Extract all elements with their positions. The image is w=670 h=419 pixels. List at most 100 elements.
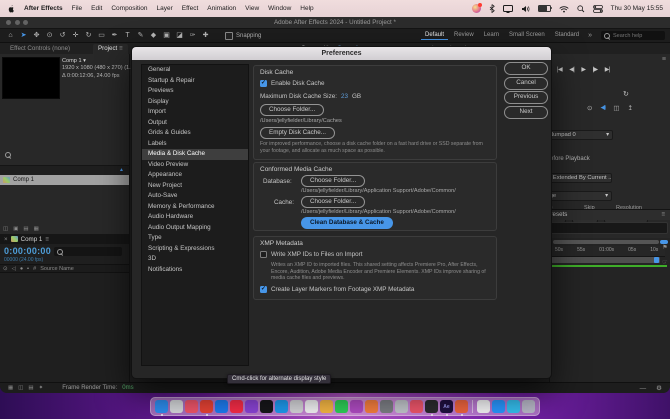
workspace-tab-standard[interactable]: Standard: [551, 31, 583, 40]
volume-icon[interactable]: [521, 5, 530, 13]
last-frame-button[interactable]: ▶|: [605, 66, 611, 73]
dock-icon-stocks[interactable]: [335, 400, 348, 413]
brush-tool-icon[interactable]: ◆: [148, 30, 159, 42]
pref-category-memory-performance[interactable]: Memory & Performance: [142, 202, 248, 213]
ok-button[interactable]: OK: [504, 62, 548, 75]
app-notification-icon[interactable]: [471, 3, 482, 13]
pref-category-display[interactable]: Display: [142, 97, 248, 108]
comp-info-name[interactable]: Comp 1 ▾: [62, 58, 139, 65]
panel-menu-icon[interactable]: ≡: [661, 210, 665, 220]
dock-icon-calendar[interactable]: [305, 400, 318, 413]
workspace-overflow-button[interactable]: »: [585, 32, 595, 39]
hand-tool-icon[interactable]: ✥: [31, 30, 42, 42]
dock-icon-launchpad[interactable]: [170, 400, 183, 413]
enable-disk-cache-checkbox[interactable]: [260, 79, 267, 87]
dock-icon-facetime[interactable]: [350, 400, 363, 413]
orbit-tool-icon[interactable]: ↺: [57, 30, 68, 42]
sort-icon[interactable]: ▲: [119, 166, 124, 175]
type-tool-icon[interactable]: T: [122, 30, 133, 42]
control-center-icon[interactable]: [592, 4, 603, 13]
dock-icon-date[interactable]: [477, 400, 490, 413]
delete-icon[interactable]: ▦: [34, 226, 39, 232]
lock-icon[interactable]: ▪: [27, 266, 29, 272]
home-tool-icon[interactable]: ⌂: [5, 30, 16, 42]
next-button[interactable]: Next: [504, 105, 548, 119]
work-area-handle[interactable]: [654, 257, 659, 263]
battery-icon[interactable]: [537, 4, 553, 13]
share-icon[interactable]: ↥: [628, 104, 633, 112]
pref-category-new-project[interactable]: New Project: [142, 181, 248, 192]
menu-item-effect[interactable]: Effect: [182, 5, 199, 12]
dock-icon-notes[interactable]: [290, 400, 303, 413]
timeline-scrollbar[interactable]: [553, 240, 659, 244]
dock-icon-pages[interactable]: [365, 400, 378, 413]
timeline-ruler[interactable]: 50s 55s 01:00s 05s 10s: [550, 246, 665, 257]
apple-menu-icon[interactable]: [7, 4, 15, 13]
dock-icon-chrome[interactable]: [200, 400, 213, 416]
zoom-tool-icon[interactable]: ⊙: [44, 30, 55, 42]
pref-category-auto-save[interactable]: Auto-Save: [142, 191, 248, 202]
status-icon-3[interactable]: ▤: [28, 385, 33, 391]
pencil-tool-icon[interactable]: ✎: [135, 30, 146, 42]
spotlight-search-icon[interactable]: [576, 4, 585, 13]
play-button[interactable]: ▶: [581, 66, 586, 73]
panel-menu-icon[interactable]: ≡: [119, 45, 123, 52]
max-disk-cache-value[interactable]: 23: [341, 93, 348, 100]
database-choose-folder-button[interactable]: Choose Folder...: [301, 175, 366, 187]
clone-stamp-tool-icon[interactable]: ▣: [161, 30, 172, 42]
workspace-tab-learn[interactable]: Learn: [480, 31, 503, 40]
dock-icon-settings[interactable]: [380, 400, 393, 413]
dock-icon-photos[interactable]: [185, 400, 198, 413]
display-icon[interactable]: [502, 4, 513, 13]
reset-icon[interactable]: ↻: [623, 90, 629, 98]
work-area-bar[interactable]: [550, 257, 660, 263]
dock-icon-photos-2[interactable]: [320, 400, 333, 413]
dock-icon-finder[interactable]: [155, 400, 168, 416]
pen-tool-icon[interactable]: ✒: [109, 30, 120, 42]
create-layer-markers-checkbox[interactable]: [260, 285, 267, 293]
pan-camera-tool-icon[interactable]: ✛: [70, 30, 81, 42]
current-timecode[interactable]: 0:00:00:00: [4, 246, 51, 256]
next-frame-button[interactable]: |▶: [593, 66, 599, 73]
shape-tool-icon[interactable]: ▭: [96, 30, 107, 42]
menu-item-animation[interactable]: Animation: [207, 5, 236, 12]
pref-category-media-disk-cache[interactable]: Media & Disk Cache: [142, 149, 248, 160]
dock-icon-mail[interactable]: [275, 400, 288, 413]
tab-project[interactable]: Project ≡: [93, 44, 128, 54]
status-icon-2[interactable]: ◫: [18, 385, 23, 391]
dock-icon-app-store[interactable]: [215, 400, 228, 413]
pref-category-previews[interactable]: Previews: [142, 86, 248, 97]
workspace-tab-small-screen[interactable]: Small Screen: [505, 31, 549, 40]
shortcut-dropdown[interactable]: Numpad 0 ▾: [545, 130, 613, 140]
video-visibility-icon[interactable]: ⊙: [3, 266, 8, 272]
menu-item-window[interactable]: Window: [268, 5, 291, 12]
marker-icon[interactable]: ⚑: [662, 244, 667, 251]
roto-brush-tool-icon[interactable]: ✑: [187, 30, 198, 42]
snapping-toggle[interactable]: Snapping: [225, 31, 261, 40]
dock-icon-music[interactable]: [230, 400, 243, 413]
speaker-icon[interactable]: ◀)): [600, 105, 606, 111]
pref-category-video-preview[interactable]: Video Preview: [142, 160, 248, 171]
timeline-tab[interactable]: × Comp 1 ≡: [0, 234, 129, 244]
bluetooth-icon[interactable]: [489, 4, 495, 13]
menu-app-name[interactable]: After Effects: [24, 5, 63, 12]
source-name-header[interactable]: Source Name: [40, 266, 74, 272]
tab-effect-controls[interactable]: Effect Controls (none): [10, 44, 70, 54]
dock-icon-preview[interactable]: [395, 400, 408, 413]
pref-category-labels[interactable]: Labels: [142, 139, 248, 150]
pref-category-grids-guides[interactable]: Grids & Guides: [142, 128, 248, 139]
help-search-input[interactable]: [613, 32, 662, 39]
dock-icon-pixelmator[interactable]: [410, 400, 423, 413]
previous-button[interactable]: Previous: [504, 91, 548, 104]
menu-item-file[interactable]: File: [72, 5, 82, 12]
pref-category-appearance[interactable]: Appearance: [142, 170, 248, 181]
project-item-row[interactable]: Comp 1: [0, 175, 129, 185]
empty-disk-cache-button[interactable]: Empty Disk Cache...: [260, 127, 336, 139]
dock-icon-safari[interactable]: [492, 400, 505, 413]
timeline-search-box[interactable]: [54, 247, 122, 256]
hand-icon[interactable]: ☞: [662, 259, 667, 266]
choose-folder-button[interactable]: Choose Folder...: [260, 104, 325, 116]
dock-icon-trash[interactable]: [522, 400, 535, 413]
new-folder-icon[interactable]: ▣: [13, 226, 18, 232]
dock-icon-podcasts[interactable]: [245, 400, 258, 413]
